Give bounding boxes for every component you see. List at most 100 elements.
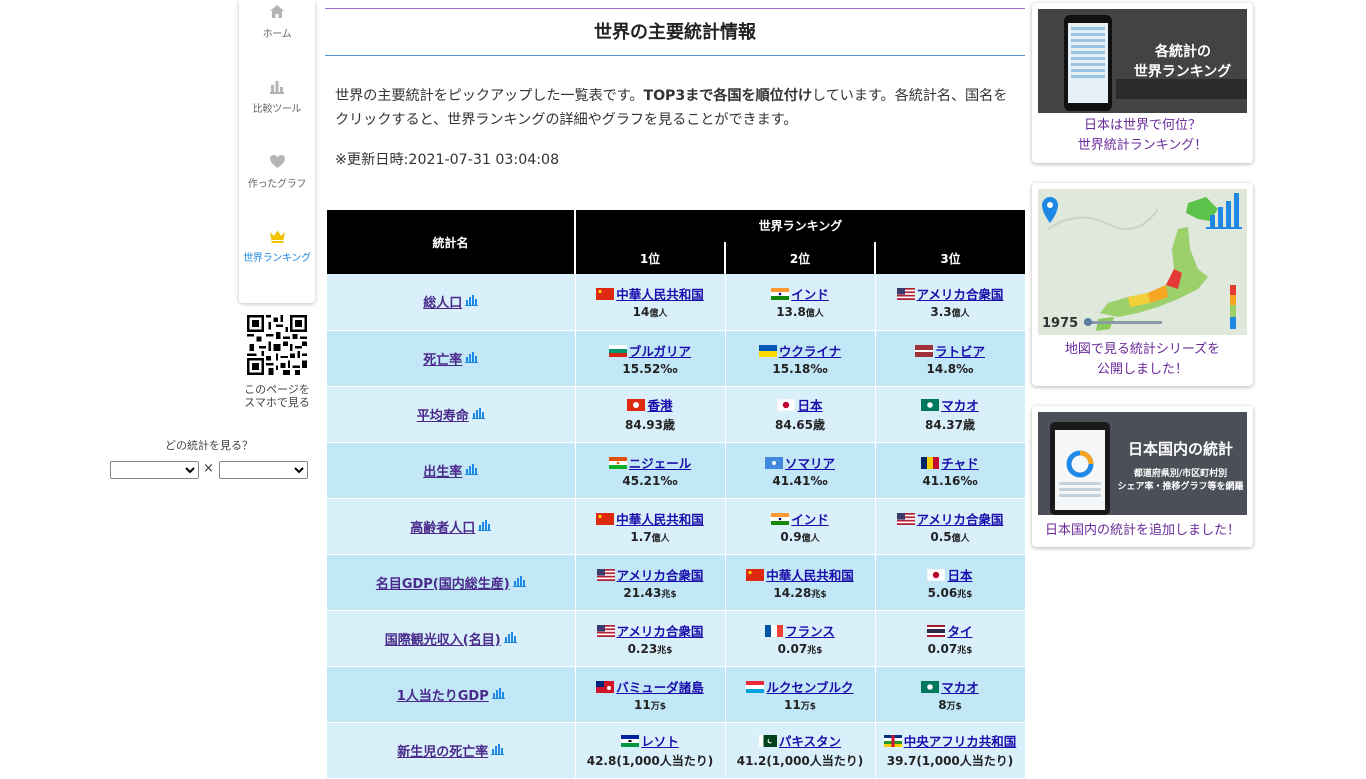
table-row: 総人口 中華人民共和国 14億人 インド 13.8億人 アメリカ合衆国 3.3億人 xyxy=(327,274,1026,331)
chart-icon[interactable] xyxy=(469,405,485,424)
country-link[interactable]: ルクセンブルク xyxy=(766,680,853,695)
country-link[interactable]: 中華人民共和国 xyxy=(616,512,704,527)
ad-world-ranking-image: 各統計の 世界ランキング xyxy=(1038,9,1247,113)
country-link[interactable]: チャド xyxy=(941,456,978,471)
rank-value-unit: 億人 xyxy=(951,533,970,544)
rank-cell: ラトビア 14.8‰ xyxy=(875,330,1026,387)
rank-value-unit: 兆$ xyxy=(957,589,973,600)
country-link[interactable]: マカオ xyxy=(941,680,979,695)
country-link[interactable]: マカオ xyxy=(941,398,979,413)
rank-value-number: 84.37歳 xyxy=(925,418,975,432)
country-link[interactable]: アメリカ合衆国 xyxy=(917,512,1004,527)
chart-icon[interactable] xyxy=(489,685,505,704)
nav-my-graphs[interactable]: 作ったグラフ xyxy=(239,154,315,190)
chart-icon[interactable] xyxy=(475,517,492,536)
stat-name-link[interactable]: 新生児の死亡率 xyxy=(397,745,488,760)
country-link[interactable]: 日本 xyxy=(797,398,822,413)
country-link[interactable]: フランス xyxy=(785,624,835,639)
nav-world-ranking-label: 世界ランキング xyxy=(243,253,311,264)
rank-value: 84.65歳 xyxy=(726,416,875,433)
rank-value: 15.18‰ xyxy=(726,362,875,376)
japan-map-illustration xyxy=(1038,189,1247,335)
country-link[interactable]: 日本 xyxy=(947,568,972,583)
rank-value: 84.37歳 xyxy=(876,416,1025,433)
country-link[interactable]: アメリカ合衆国 xyxy=(617,624,704,639)
header-world-ranking: 世界ランキング xyxy=(575,210,1025,243)
rank-value: 0.23兆$ xyxy=(576,642,725,656)
rank-value-unit: 兆$ xyxy=(957,645,973,656)
chart-icon[interactable] xyxy=(462,461,479,480)
country-link[interactable]: タイ xyxy=(947,624,972,639)
country-link[interactable]: 中華人民共和国 xyxy=(766,568,854,583)
stat-name-link[interactable]: 死亡率 xyxy=(423,353,462,368)
chart-icon[interactable] xyxy=(501,629,517,648)
flag-icon xyxy=(927,624,946,637)
country-link[interactable]: ニジェール xyxy=(629,456,692,471)
bar-chart-icon xyxy=(270,81,284,94)
country-link[interactable]: 中央アフリカ共和国 xyxy=(904,734,1017,749)
rank-value-number: 0.07 xyxy=(777,641,808,656)
chart-icon[interactable] xyxy=(462,349,479,368)
rank-cell: アメリカ合衆国 3.3億人 xyxy=(875,274,1026,331)
ad-map-stats-image: 1975 xyxy=(1038,189,1247,335)
header-rank-2: 2位 xyxy=(724,242,875,274)
qr-caption-line2: スマホで見る xyxy=(244,396,310,409)
rank-value: 0.5億人 xyxy=(876,530,1025,544)
country-link[interactable]: アメリカ合衆国 xyxy=(617,568,704,583)
stat-select-b[interactable] xyxy=(219,461,308,479)
rank-value: 21.43兆$ xyxy=(576,586,725,600)
country-link[interactable]: ウクライナ xyxy=(779,344,841,359)
stat-name-link[interactable]: 名目GDP(国内総生産) xyxy=(376,577,510,592)
rank-value: 5.06兆$ xyxy=(876,586,1025,600)
rank-value-number: 0.9 xyxy=(780,529,802,544)
rank-value-unit: 万$ xyxy=(650,701,666,712)
stat-name-link[interactable]: 総人口 xyxy=(423,296,462,311)
country-link[interactable]: 中華人民共和国 xyxy=(616,287,704,302)
rank-value: 41.16‰ xyxy=(876,474,1025,488)
rank-value-number: 1.7 xyxy=(630,529,652,544)
nav-compare[interactable]: 比較ツール xyxy=(239,79,315,115)
stat-name-link[interactable]: 高齢者人口 xyxy=(410,521,475,536)
flag-icon xyxy=(758,735,777,747)
stat-name-link[interactable]: 1人当たりGDP xyxy=(397,689,489,704)
flag-icon xyxy=(777,399,796,411)
side-nav: ホーム 比較ツール 作ったグラフ 世界ランキング xyxy=(239,0,315,303)
country-link[interactable]: ブルガリア xyxy=(629,344,691,359)
country-link[interactable]: アメリカ合衆国 xyxy=(917,287,1004,302)
ad-japan-stats-caption-line1: 日本国内の統計を追加しました！ xyxy=(1044,523,1240,538)
rank-cell: 中華人民共和国 14.28兆$ xyxy=(725,554,876,611)
flag-icon xyxy=(596,288,615,301)
table-row: 1人当たりGDP バミューダ諸島 11万$ ルクセンブルク 11万$ マカオ 8万$ xyxy=(327,666,1026,723)
rank-value-unit: 億人 xyxy=(951,309,970,320)
rank-cell: インド 13.8億人 xyxy=(725,274,876,331)
country-link[interactable]: インド xyxy=(791,287,829,302)
stat-name-link[interactable]: 平均寿命 xyxy=(417,409,469,424)
flag-icon xyxy=(765,624,784,637)
flag-icon xyxy=(921,399,940,411)
country-link[interactable]: バミューダ諸島 xyxy=(616,680,704,695)
nav-world-ranking[interactable]: 世界ランキング xyxy=(239,229,315,264)
nav-home[interactable]: ホーム xyxy=(239,4,315,40)
country-link[interactable]: 香港 xyxy=(647,398,672,413)
rank-cell: チャド 41.16‰ xyxy=(875,442,1026,499)
ad-japan-stats[interactable]: 日本国内の統計 都道府県別/市区町村別 シェア率・推移グラフ等を網羅 日本国内の… xyxy=(1032,406,1253,547)
ad-map-stats[interactable]: 1975 地図で見る統計シリーズを 公開しました！ xyxy=(1032,183,1253,386)
country-link[interactable]: ソマリア xyxy=(785,456,835,471)
country-link[interactable]: ラトビア xyxy=(935,344,985,359)
stat-select-a[interactable] xyxy=(110,461,199,479)
chart-icon[interactable] xyxy=(462,292,479,311)
rank-cell: マカオ 84.37歳 xyxy=(875,386,1026,443)
table-row: 高齢者人口 中華人民共和国 1.7億人 インド 0.9億人 アメリカ合衆国 0.5億人 xyxy=(327,498,1026,555)
stat-name-link[interactable]: 国際観光収入(名目) xyxy=(385,633,501,648)
country-link[interactable]: インド xyxy=(791,512,829,527)
flag-icon xyxy=(608,456,627,469)
ad-world-ranking-caption: 日本は世界で何位？ 世界統計ランキング！ xyxy=(1032,116,1253,156)
country-link[interactable]: レソト xyxy=(641,734,679,749)
ad-world-ranking[interactable]: 各統計の 世界ランキング 日本は世界で何位？ 世界統計ランキング！ xyxy=(1032,3,1253,163)
country-link[interactable]: パキスタン xyxy=(779,734,841,749)
flag-icon xyxy=(596,512,615,525)
chart-icon[interactable] xyxy=(488,741,505,760)
rank-value-number: 3.3 xyxy=(930,305,952,320)
stat-name-link[interactable]: 出生率 xyxy=(423,465,462,480)
chart-icon[interactable] xyxy=(510,573,526,592)
